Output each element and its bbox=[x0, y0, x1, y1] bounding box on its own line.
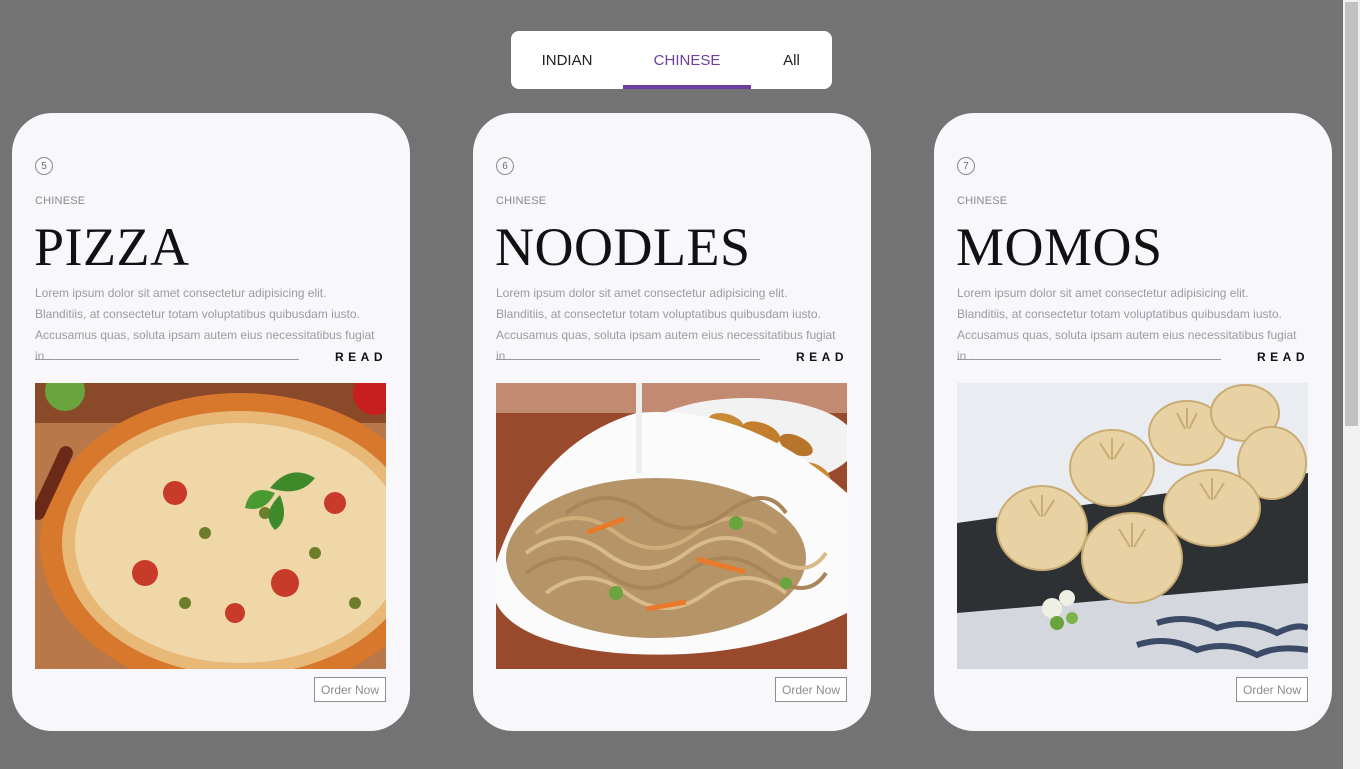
tab-indian[interactable]: INDIAN bbox=[511, 31, 623, 89]
active-tab-indicator bbox=[623, 85, 751, 89]
noodles-image bbox=[496, 383, 847, 669]
noodles-illustration bbox=[496, 383, 847, 669]
order-now-button[interactable]: Order Now bbox=[1236, 677, 1308, 702]
card-description: Lorem ipsum dolor sit amet consectetur a… bbox=[35, 286, 375, 363]
momos-illustration bbox=[957, 383, 1308, 669]
card-title: MOMOS bbox=[956, 217, 1163, 277]
food-card-noodles: 6 CHINESE NOODLES Lorem ipsum dolor sit … bbox=[473, 113, 871, 731]
momos-image bbox=[957, 383, 1308, 669]
card-divider bbox=[496, 359, 760, 360]
card-category: CHINESE bbox=[35, 195, 86, 207]
card-divider bbox=[35, 359, 299, 360]
card-category: CHINESE bbox=[957, 195, 1008, 207]
order-now-button[interactable]: Order Now bbox=[314, 677, 386, 702]
read-link[interactable]: READ bbox=[335, 350, 387, 364]
category-tabs: INDIAN CHINESE All bbox=[511, 31, 832, 89]
pizza-illustration bbox=[35, 383, 386, 669]
pizza-image bbox=[35, 383, 386, 669]
card-number-badge: 7 bbox=[957, 157, 975, 175]
card-divider bbox=[957, 359, 1221, 360]
tab-chinese[interactable]: CHINESE bbox=[623, 31, 751, 89]
food-card-momos: 7 CHINESE MOMOS Lorem ipsum dolor sit am… bbox=[934, 113, 1332, 731]
vertical-scrollbar[interactable] bbox=[1343, 0, 1360, 769]
tab-all[interactable]: All bbox=[751, 31, 832, 89]
food-card-pizza: 5 CHINESE PIZZA Lorem ipsum dolor sit am… bbox=[12, 113, 410, 731]
card-category: CHINESE bbox=[496, 195, 547, 207]
read-link[interactable]: READ bbox=[796, 350, 848, 364]
card-title: PIZZA bbox=[34, 217, 190, 277]
card-number-badge: 6 bbox=[496, 157, 514, 175]
scrollbar-thumb[interactable] bbox=[1345, 2, 1358, 426]
card-description: Lorem ipsum dolor sit amet consectetur a… bbox=[496, 286, 836, 363]
card-title: NOODLES bbox=[495, 217, 751, 277]
card-description: Lorem ipsum dolor sit amet consectetur a… bbox=[957, 286, 1297, 363]
order-now-button[interactable]: Order Now bbox=[775, 677, 847, 702]
read-link[interactable]: READ bbox=[1257, 350, 1309, 364]
card-number-badge: 5 bbox=[35, 157, 53, 175]
page: INDIAN CHINESE All 5 CHINESE PIZZA Lorem… bbox=[0, 0, 1360, 769]
